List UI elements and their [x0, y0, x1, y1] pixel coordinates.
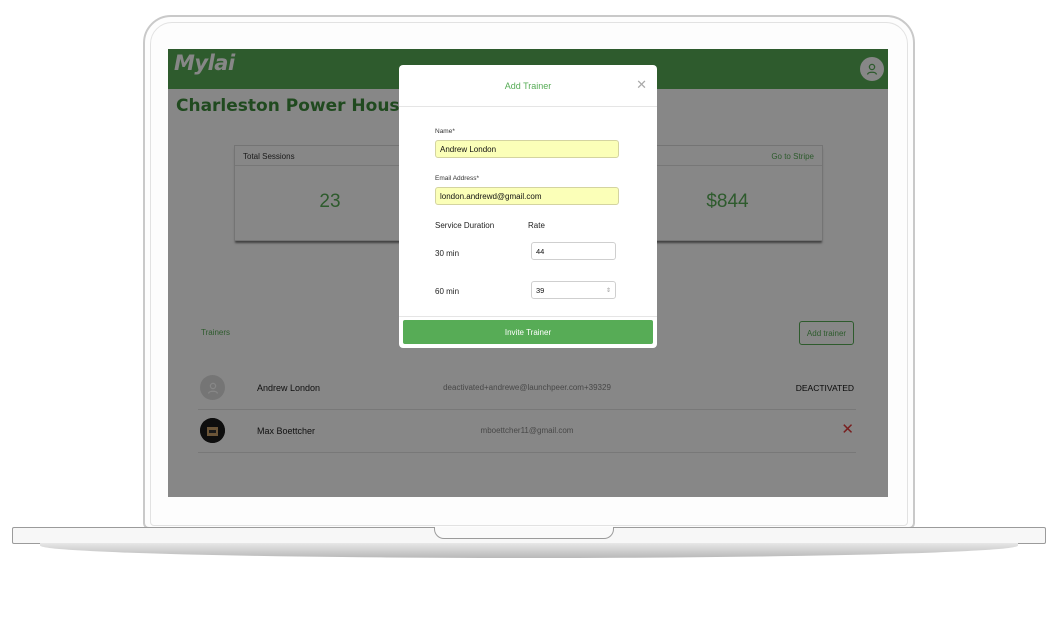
- name-label: Name*: [435, 128, 455, 135]
- email-label: Email Address*: [435, 175, 480, 182]
- add-trainer-modal: Add Trainer ✕ Name* Email Address* Servi…: [399, 65, 657, 348]
- divider: [399, 106, 657, 107]
- duration-label: 30 min: [435, 249, 460, 258]
- email-field[interactable]: [435, 187, 619, 205]
- laptop-notch: [434, 527, 614, 539]
- modal-title: Add Trainer: [504, 81, 552, 91]
- stepper-icon[interactable]: ⇕: [606, 287, 611, 294]
- service-duration-heading: Service Duration: [435, 221, 495, 230]
- divider: [399, 316, 657, 317]
- duration-label: 60 min: [435, 287, 460, 296]
- laptop-base-shadow: [40, 543, 1018, 558]
- invite-trainer-button[interactable]: Invite Trainer: [403, 320, 653, 344]
- close-icon[interactable]: ✕: [636, 78, 647, 91]
- rate-heading: Rate: [528, 221, 545, 230]
- rate-30-input[interactable]: [531, 242, 616, 260]
- name-field[interactable]: [435, 140, 619, 158]
- rate-60-input[interactable]: [531, 281, 616, 299]
- app-screen: Mylai Charleston Power House Total Sessi…: [168, 49, 888, 497]
